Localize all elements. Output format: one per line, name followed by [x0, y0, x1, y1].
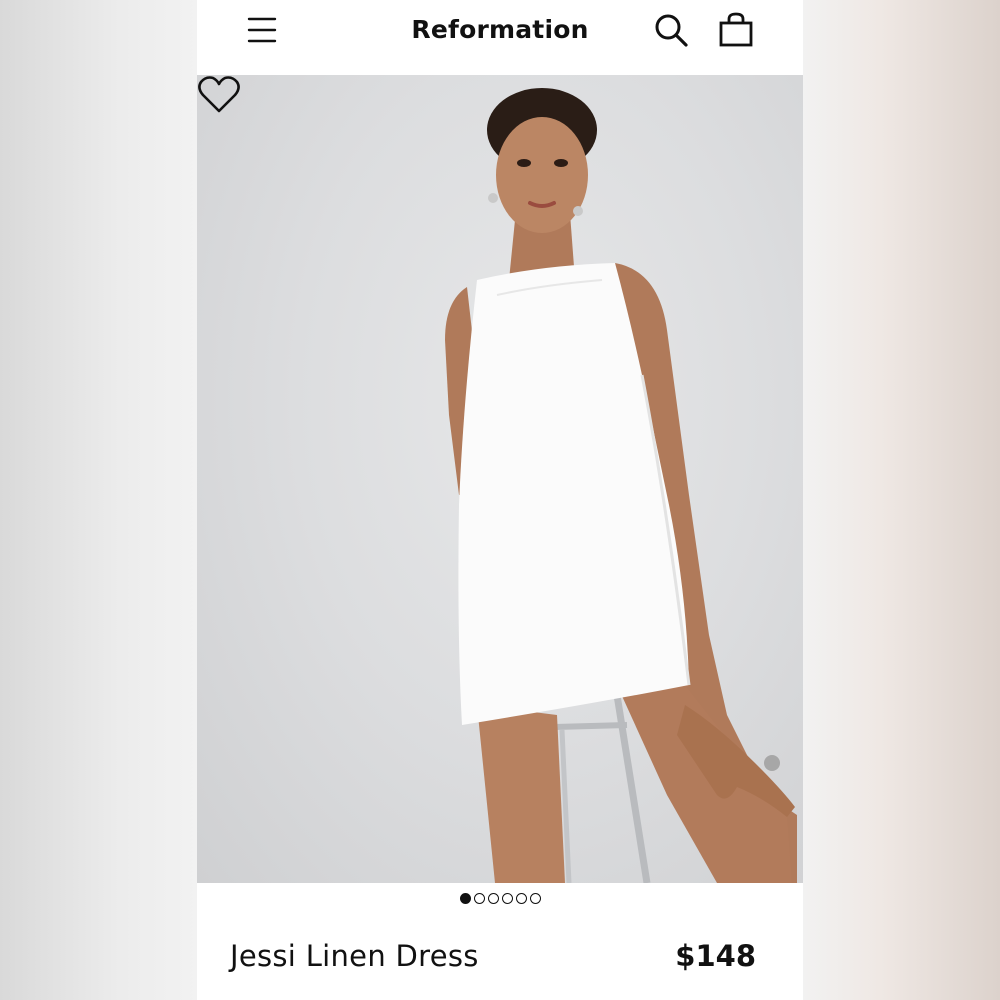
image-pagination: [197, 893, 803, 911]
product-image[interactable]: [197, 75, 803, 883]
pagination-dot[interactable]: [473, 893, 485, 904]
product-name: Jessi Linen Dress: [230, 939, 479, 973]
pagination-dot[interactable]: [459, 893, 471, 904]
brand-logo[interactable]: Reformation: [197, 14, 803, 46]
product-price: $148: [675, 939, 756, 973]
pagination-dot[interactable]: [515, 893, 527, 904]
search-icon[interactable]: [653, 12, 689, 48]
product-screen: Reformation Jessi Linen Dress $148: [197, 0, 803, 1000]
top-bar: Reformation: [197, 0, 803, 75]
pagination-dot[interactable]: [501, 893, 513, 904]
heart-icon[interactable]: [197, 75, 241, 115]
shopping-bag-icon[interactable]: [718, 12, 754, 48]
pagination-dot[interactable]: [529, 893, 541, 904]
model-illustration: [445, 88, 797, 883]
pagination-dot[interactable]: [487, 893, 499, 904]
